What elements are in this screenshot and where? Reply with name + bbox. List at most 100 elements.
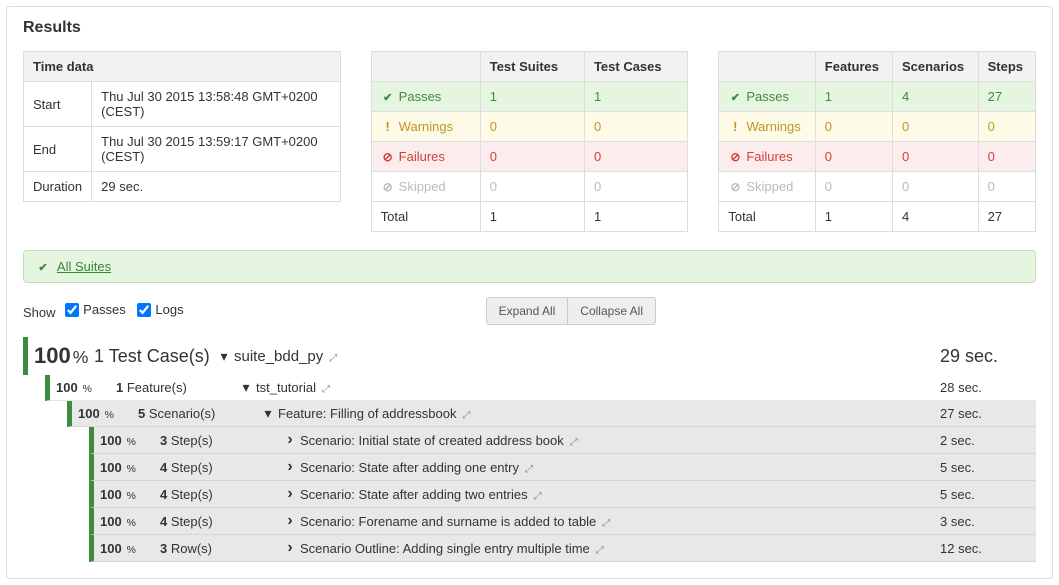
table-row: Warnings00 bbox=[371, 112, 688, 142]
time-table: Time data StartThu Jul 30 2015 13:58:48 … bbox=[23, 51, 341, 202]
all-suites-banner: All Suites bbox=[23, 250, 1036, 283]
count-label: 4 Step(s) bbox=[160, 460, 280, 475]
count-label: 1 Feature(s) bbox=[116, 380, 236, 395]
tree-testcase-row[interactable]: 100 % 1 Feature(s) tst_tutorial 28 sec. bbox=[45, 375, 1036, 401]
summary-row: Time data StartThu Jul 30 2015 13:58:48 … bbox=[23, 51, 1036, 232]
count-label: 1 Test Case(s) bbox=[94, 346, 214, 367]
check-icon bbox=[36, 259, 50, 274]
table-row: EndThu Jul 30 2015 13:59:17 GMT+0200 (CE… bbox=[24, 127, 341, 172]
results-panel: Results Time data StartThu Jul 30 2015 1… bbox=[6, 6, 1053, 579]
failure-icon bbox=[381, 149, 395, 164]
count-label: 3 Step(s) bbox=[160, 433, 280, 448]
table-row: Passes1427 bbox=[719, 82, 1036, 112]
suites-table: Test SuitesTest Cases Passes11 Warnings0… bbox=[371, 51, 689, 232]
table-row: Total1427 bbox=[719, 202, 1036, 232]
tree-scenario-row[interactable]: 100 %4 Step(s) Scenario: State after addi… bbox=[89, 454, 1036, 481]
page-title: Results bbox=[23, 19, 1036, 37]
time-data-col: Time data StartThu Jul 30 2015 13:58:48 … bbox=[23, 51, 341, 232]
warning-icon bbox=[728, 119, 742, 134]
percent-badge: 100 % bbox=[100, 541, 160, 556]
zoom-icon[interactable] bbox=[602, 518, 610, 529]
collapse-all-button[interactable]: Collapse All bbox=[568, 297, 656, 325]
chevron-right-icon[interactable] bbox=[280, 512, 300, 530]
percent-badge: 100 % bbox=[100, 433, 160, 448]
table-row: Skipped000 bbox=[719, 172, 1036, 202]
tree-title: Scenario: Forename and surname is added … bbox=[300, 514, 940, 529]
table-row: StartThu Jul 30 2015 13:58:48 GMT+0200 (… bbox=[24, 82, 341, 127]
zoom-icon[interactable] bbox=[525, 464, 533, 475]
tree-title: Scenario: State after adding two entries bbox=[300, 487, 940, 502]
features-col: FeaturesScenariosSteps Passes1427 Warnin… bbox=[718, 51, 1036, 232]
table-row: Warnings000 bbox=[719, 112, 1036, 142]
zoom-icon[interactable] bbox=[329, 353, 337, 364]
tree-suite-row[interactable]: 100% 1 Test Case(s) suite_bdd_py 29 sec. bbox=[23, 337, 1036, 375]
show-label: Show bbox=[23, 305, 56, 320]
passes-checkbox[interactable] bbox=[65, 303, 79, 317]
controls-row: Show Passes Logs Expand All Collapse All bbox=[23, 297, 1036, 325]
table-row: Skipped00 bbox=[371, 172, 688, 202]
tree-time: 28 sec. bbox=[940, 380, 1030, 395]
count-label: 5 Scenario(s) bbox=[138, 406, 258, 421]
table-row: Failures00 bbox=[371, 142, 688, 172]
count-label: 4 Step(s) bbox=[160, 487, 280, 502]
features-table: FeaturesScenariosSteps Passes1427 Warnin… bbox=[718, 51, 1036, 232]
tree-title: suite_bdd_py bbox=[234, 348, 940, 365]
chevron-right-icon[interactable] bbox=[280, 539, 300, 557]
expand-all-button[interactable]: Expand All bbox=[486, 297, 569, 325]
tree-time: 5 sec. bbox=[940, 460, 1030, 475]
chevron-right-icon[interactable] bbox=[280, 431, 300, 449]
tree-title: Scenario: State after adding one entry bbox=[300, 460, 940, 475]
results-tree: 100% 1 Test Case(s) suite_bdd_py 29 sec.… bbox=[23, 337, 1036, 562]
tree-time: 5 sec. bbox=[940, 487, 1030, 502]
logs-checkbox-label: Logs bbox=[155, 302, 183, 317]
time-table-header: Time data bbox=[24, 52, 341, 82]
chevron-down-icon[interactable] bbox=[236, 379, 256, 396]
tree-scenario-row[interactable]: 100 %3 Step(s) Scenario: Initial state of… bbox=[89, 427, 1036, 454]
tree-title: tst_tutorial bbox=[256, 380, 940, 395]
percent-badge: 100 % bbox=[56, 380, 116, 395]
count-label: 4 Step(s) bbox=[160, 514, 280, 529]
tree-time: 3 sec. bbox=[940, 514, 1030, 529]
chevron-right-icon[interactable] bbox=[280, 485, 300, 503]
chevron-down-icon[interactable] bbox=[258, 405, 278, 422]
table-row: Total11 bbox=[371, 202, 688, 232]
tree-title: Feature: Filling of addressbook bbox=[278, 406, 940, 421]
expand-collapse-group: Expand All Collapse All bbox=[486, 297, 656, 325]
percent-badge: 100% bbox=[34, 343, 94, 369]
zoom-icon[interactable] bbox=[570, 437, 578, 448]
chevron-down-icon[interactable] bbox=[214, 348, 234, 365]
logs-checkbox[interactable] bbox=[137, 303, 151, 317]
tree-scenario-row[interactable]: 100 %3 Row(s) Scenario Outline: Adding si… bbox=[89, 535, 1036, 562]
zoom-icon[interactable] bbox=[596, 545, 604, 556]
tree-time: 12 sec. bbox=[940, 541, 1030, 556]
zoom-icon[interactable] bbox=[462, 410, 470, 421]
suites-col: Test SuitesTest Cases Passes11 Warnings0… bbox=[371, 51, 689, 232]
percent-badge: 100 % bbox=[100, 460, 160, 475]
skipped-icon bbox=[381, 179, 395, 194]
table-row: Passes11 bbox=[371, 82, 688, 112]
tree-time: 29 sec. bbox=[940, 346, 1030, 367]
percent-badge: 100 % bbox=[100, 487, 160, 502]
warning-icon bbox=[381, 119, 395, 134]
all-suites-link[interactable]: All Suites bbox=[57, 259, 111, 274]
chevron-right-icon[interactable] bbox=[280, 458, 300, 476]
tree-feature-row[interactable]: 100 % 5 Scenario(s) Feature: Filling of … bbox=[67, 401, 1036, 427]
tree-time: 2 sec. bbox=[940, 433, 1030, 448]
count-label: 3 Row(s) bbox=[160, 541, 280, 556]
percent-badge: 100 % bbox=[100, 514, 160, 529]
tree-time: 27 sec. bbox=[940, 406, 1030, 421]
zoom-icon[interactable] bbox=[534, 491, 542, 502]
skipped-icon bbox=[728, 179, 742, 194]
tree-scenario-row[interactable]: 100 %4 Step(s) Scenario: State after addi… bbox=[89, 481, 1036, 508]
tree-title: Scenario: Initial state of created addre… bbox=[300, 433, 940, 448]
tree-title: Scenario Outline: Adding single entry mu… bbox=[300, 541, 940, 556]
failure-icon bbox=[728, 149, 742, 164]
check-icon bbox=[728, 89, 742, 104]
tree-scenario-row[interactable]: 100 %4 Step(s) Scenario: Forename and sur… bbox=[89, 508, 1036, 535]
check-icon bbox=[381, 89, 395, 104]
passes-checkbox-label: Passes bbox=[83, 302, 126, 317]
percent-badge: 100 % bbox=[78, 406, 138, 421]
zoom-icon[interactable] bbox=[322, 384, 330, 395]
show-filters: Show Passes Logs bbox=[23, 302, 192, 320]
table-row: Duration29 sec. bbox=[24, 172, 341, 202]
